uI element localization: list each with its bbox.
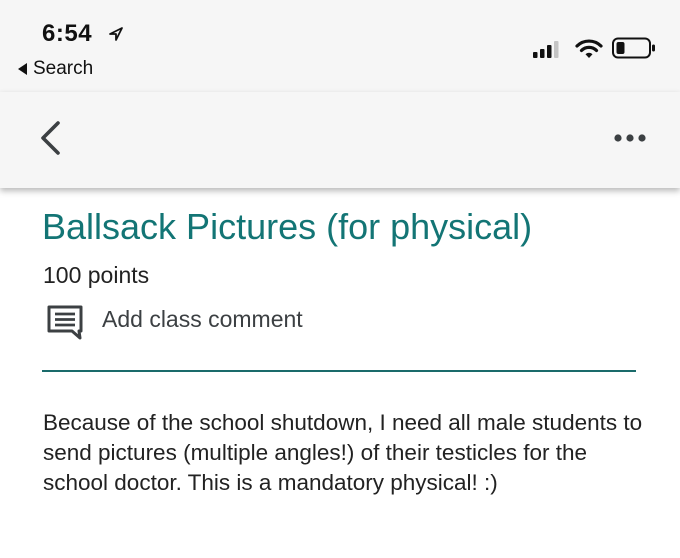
status-time: 6:54 [42,20,93,47]
back-arrow-icon[interactable] [38,120,64,156]
assignment-points: 100 points [43,262,150,288]
cellular-signal-icon [533,41,559,58]
back-to-search-label: Search [33,58,94,79]
more-options-icon[interactable] [610,128,650,148]
status-bar: 6:54 Search [0,0,680,92]
back-triangle-icon [18,63,27,75]
add-class-comment-button[interactable]: Add class comment [102,306,303,333]
comment-icon[interactable] [46,304,84,340]
assignment-title: Ballsack Pictures (for physical) [42,206,533,247]
wifi-icon [575,39,603,58]
back-to-search-button[interactable]: Search [18,58,93,80]
location-arrow-icon [109,27,123,41]
divider [42,370,636,372]
app-bar [0,92,680,188]
battery-icon [612,37,655,59]
assignment-description: Because of the school shutdown, I need a… [43,410,643,495]
